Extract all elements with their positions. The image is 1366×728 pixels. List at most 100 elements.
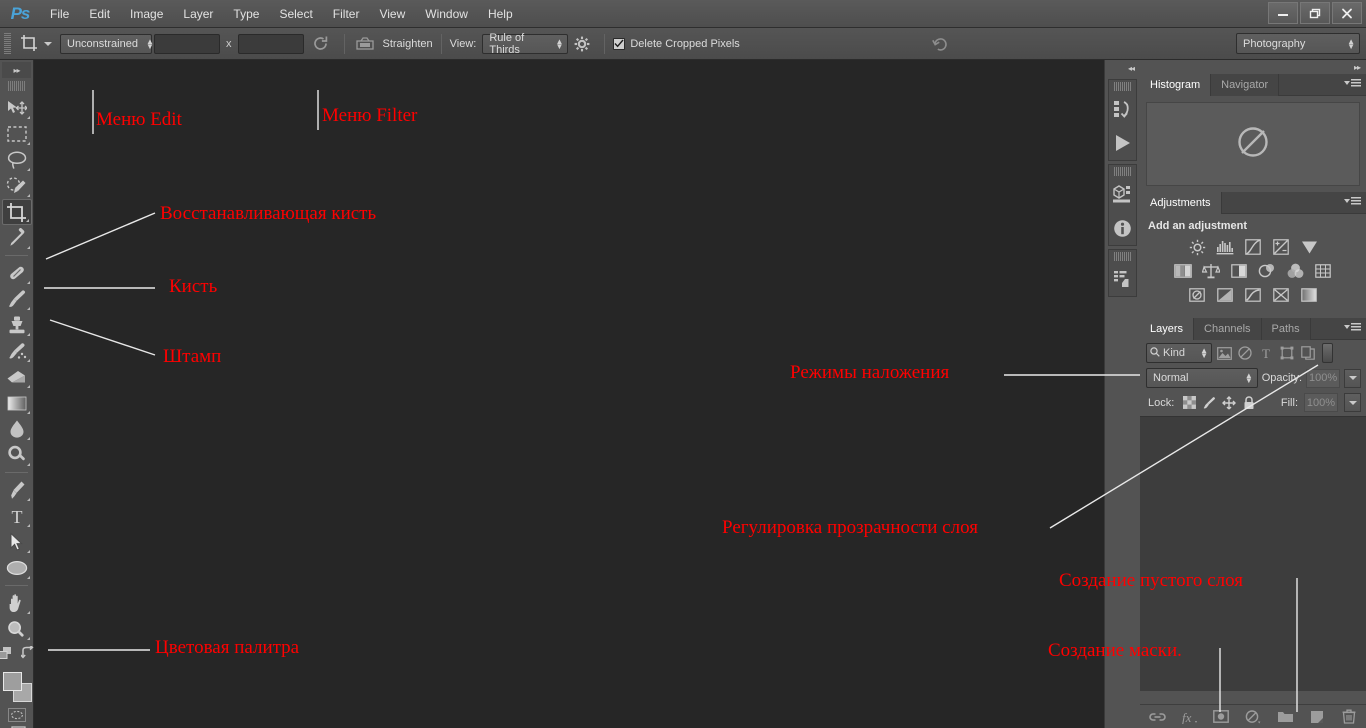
- fill-slider-dropdown[interactable]: [1344, 393, 1361, 412]
- filter-pixel-icon[interactable]: [1215, 343, 1233, 363]
- crop-overlay-select[interactable]: Rule of Thirds ▲ ▼: [482, 32, 569, 56]
- options-bar-grip[interactable]: [4, 32, 11, 55]
- layer-filter-kind-select[interactable]: Kind ▲ ▼: [1146, 343, 1212, 363]
- link-layers-icon[interactable]: [1148, 708, 1166, 726]
- selective-color-icon[interactable]: [1271, 286, 1291, 304]
- spot-healing-brush-tool[interactable]: [2, 260, 32, 286]
- invert-icon[interactable]: [1187, 286, 1207, 304]
- color-lookup-icon[interactable]: [1313, 262, 1333, 280]
- gradient-map-icon[interactable]: [1299, 286, 1319, 304]
- lock-image-icon[interactable]: [1202, 395, 1216, 411]
- lock-all-icon[interactable]: [1242, 395, 1256, 411]
- dock-collapse-button[interactable]: ◂◂: [1105, 60, 1140, 76]
- adjustments-panel-menu-icon[interactable]: [1344, 197, 1361, 205]
- canvas-area[interactable]: [34, 60, 1104, 728]
- quick-mask-icon[interactable]: [7, 708, 26, 722]
- zoom-tool[interactable]: [2, 616, 32, 642]
- tools-collapse-button[interactable]: ▸▸: [2, 62, 31, 78]
- swap-colors-icon[interactable]: [20, 644, 35, 664]
- gear-icon[interactable]: [568, 36, 596, 52]
- delete-layer-icon[interactable]: [1340, 708, 1358, 726]
- filter-adjustment-icon[interactable]: [1236, 343, 1254, 363]
- exposure-icon[interactable]: [1271, 238, 1291, 256]
- restore-icon[interactable]: [1300, 2, 1330, 24]
- edit-toolbar-icon[interactable]: [0, 646, 13, 665]
- actions-panel-icon[interactable]: [1109, 126, 1136, 160]
- dodge-tool[interactable]: [2, 442, 32, 468]
- workspace-select[interactable]: Photography ▲ ▼: [1236, 33, 1360, 54]
- tab-adjustments[interactable]: Adjustments: [1140, 192, 1222, 214]
- close-icon[interactable]: [1332, 2, 1362, 24]
- menu-edit[interactable]: Edit: [79, 4, 120, 24]
- photo-filter-icon[interactable]: [1257, 262, 1277, 280]
- menu-filter[interactable]: Filter: [323, 4, 370, 24]
- levels-icon[interactable]: [1215, 238, 1235, 256]
- fill-value[interactable]: 100%: [1304, 393, 1338, 412]
- opacity-slider-dropdown[interactable]: [1344, 368, 1361, 388]
- crop-tool-preview-icon[interactable]: [16, 32, 42, 56]
- histogram-panel-menu-icon[interactable]: [1344, 79, 1361, 87]
- filter-enable-toggle[interactable]: [1322, 343, 1333, 363]
- eraser-tool[interactable]: [2, 364, 32, 390]
- layer-style-fx-icon[interactable]: fx: [1180, 708, 1198, 726]
- histogram-empty-area[interactable]: [1146, 102, 1360, 186]
- tab-histogram[interactable]: Histogram: [1140, 74, 1212, 96]
- menu-help[interactable]: Help: [478, 4, 523, 24]
- layers-panel-menu-icon[interactable]: [1344, 323, 1361, 331]
- lock-position-icon[interactable]: [1222, 395, 1237, 411]
- crop-height-input[interactable]: [237, 33, 304, 54]
- ellipse-shape-tool[interactable]: [2, 555, 32, 581]
- tools-panel-grip[interactable]: [7, 81, 26, 91]
- posterize-icon[interactable]: [1215, 286, 1235, 304]
- eyedropper-tool[interactable]: [2, 225, 32, 251]
- tab-navigator[interactable]: Navigator: [1211, 74, 1280, 96]
- add-layer-mask-icon[interactable]: [1212, 708, 1230, 726]
- color-swatches[interactable]: [0, 670, 34, 704]
- menu-type[interactable]: Type: [223, 4, 269, 24]
- lock-transparency-icon[interactable]: [1182, 395, 1196, 411]
- black-white-icon[interactable]: [1229, 262, 1249, 280]
- curves-icon[interactable]: [1243, 238, 1263, 256]
- vibrance-icon[interactable]: [1299, 238, 1319, 256]
- history-panel-icon[interactable]: [1109, 92, 1136, 126]
- path-selection-tool[interactable]: [2, 529, 32, 555]
- tab-channels[interactable]: Channels: [1194, 318, 1262, 340]
- color-balance-icon[interactable]: [1201, 262, 1221, 280]
- dock-group-1-grip[interactable]: [1113, 82, 1132, 91]
- quick-selection-tool[interactable]: [2, 173, 32, 199]
- straighten-button[interactable]: Straighten: [383, 38, 433, 50]
- rectangular-marquee-tool[interactable]: [2, 121, 32, 147]
- new-adjustment-layer-icon[interactable]: [1244, 708, 1262, 726]
- crop-ratio-select[interactable]: Unconstrained ▲ ▼: [60, 33, 154, 54]
- menu-image[interactable]: Image: [120, 4, 173, 24]
- panels-collapse-button[interactable]: ▸▸: [1140, 60, 1366, 74]
- new-layer-icon[interactable]: [1308, 708, 1326, 726]
- menu-layer[interactable]: Layer: [173, 4, 223, 24]
- history-brush-tool[interactable]: [2, 338, 32, 364]
- clone-stamp-tool[interactable]: [2, 312, 32, 338]
- crop-width-input[interactable]: [154, 33, 220, 54]
- brush-tool[interactable]: [2, 286, 32, 312]
- menu-select[interactable]: Select: [269, 4, 322, 24]
- pen-tool[interactable]: [2, 477, 32, 503]
- blend-mode-select[interactable]: Normal ▲ ▼: [1146, 368, 1258, 388]
- tab-paths[interactable]: Paths: [1261, 318, 1311, 340]
- tool-preset-chevron-down-icon[interactable]: [44, 41, 52, 46]
- menu-window[interactable]: Window: [415, 4, 478, 24]
- blur-tool[interactable]: [2, 416, 32, 442]
- brightness-contrast-icon[interactable]: [1187, 238, 1207, 256]
- straighten-icon[interactable]: [353, 36, 377, 51]
- threshold-icon[interactable]: [1243, 286, 1263, 304]
- hand-tool[interactable]: [2, 590, 32, 616]
- channel-mixer-icon[interactable]: [1285, 262, 1305, 280]
- crop-tool[interactable]: [1, 199, 32, 225]
- 3d-panel-icon[interactable]: [1109, 177, 1136, 211]
- new-group-icon[interactable]: [1276, 708, 1294, 726]
- delete-cropped-pixels-checkbox[interactable]: Delete Cropped Pixels: [613, 37, 740, 50]
- filter-smartobject-icon[interactable]: [1299, 343, 1317, 363]
- minimize-icon[interactable]: [1268, 2, 1298, 24]
- dock-group-2-grip[interactable]: [1113, 167, 1132, 176]
- hue-saturation-icon[interactable]: [1173, 262, 1193, 280]
- foreground-color-swatch[interactable]: [3, 672, 22, 691]
- reset-icon[interactable]: [306, 35, 336, 52]
